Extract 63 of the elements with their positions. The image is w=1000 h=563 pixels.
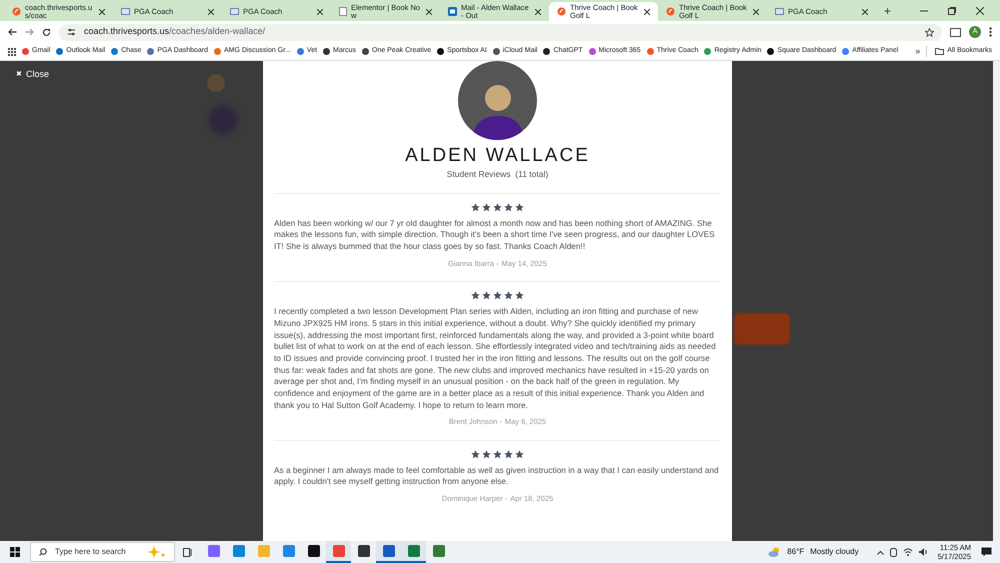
apps-grid-icon[interactable]: [8, 48, 16, 56]
review-text: Alden has been working w/ our 7 yr old daughter for almost a month now and has been nothing short of AMAZING. She makes the lessons fun, with simple direction. Though it's been a short time I've seen progress, and our daughter LOVES IT! She is always bummed that the hour class goes by so fast. Thanks Coach Alden!!: [274, 218, 716, 253]
windows-logo-icon[interactable]: [10, 547, 20, 557]
page-icon: [339, 7, 347, 16]
chevron-up-icon[interactable]: [876, 550, 884, 554]
reviews-count: Student Reviews (11 total): [446, 168, 548, 181]
star-icon: [482, 450, 491, 459]
close-icon[interactable]: [208, 8, 214, 14]
blurred-background-shape: [207, 74, 225, 92]
close-icon[interactable]: [317, 8, 323, 14]
close-icon[interactable]: [753, 8, 759, 14]
star-icon: [504, 202, 513, 212]
star-icon: [471, 291, 480, 300]
star-icon: [493, 291, 502, 300]
sparkle-icon: [146, 546, 166, 558]
search-field[interactable]: Type here to search: [55, 546, 138, 558]
close-icon[interactable]: [644, 8, 650, 14]
restore-icon[interactable]: [948, 6, 956, 14]
new-tab-button[interactable]: +: [876, 2, 900, 20]
speaker-icon[interactable]: [918, 548, 928, 556]
star-icon: [482, 291, 491, 300]
tray-device-icon[interactable]: [890, 548, 897, 556]
notification-icon[interactable]: [981, 547, 992, 557]
review-text: As a beginner I am always made to feel comfortable as well as given instruction in a way that I can easily understand and apply. I couldn't see myself getting instruction from anyone else.: [274, 464, 720, 488]
star-icon: [471, 202, 480, 212]
close-icon[interactable]: [426, 8, 432, 14]
close-icon[interactable]: [99, 8, 105, 14]
star-icon: [482, 202, 491, 212]
close-icon[interactable]: [535, 8, 541, 14]
url-text: coach.thrivesports.us/coaches/alden-wallace/: [84, 25, 266, 38]
search-box[interactable]: Type here to search: [30, 542, 175, 562]
more-bookmarks-button[interactable]: »: [915, 44, 920, 58]
cloud-sun-icon: [768, 547, 782, 557]
scrollbar[interactable]: [993, 61, 1000, 541]
star-icon: [515, 450, 524, 459]
reload-icon[interactable]: [42, 28, 51, 36]
flame-logo-icon: [557, 7, 566, 16]
folder-icon: [935, 48, 944, 55]
star-icon: [471, 450, 480, 459]
flame-logo-icon: [666, 7, 675, 16]
close-icon[interactable]: [862, 8, 868, 14]
temperature-text: 86°F: [787, 546, 804, 558]
mail-logo-icon: [448, 7, 457, 16]
star-icon: [515, 291, 524, 300]
star-icon: [493, 202, 502, 212]
coach-name: ALDEN WALLACE: [405, 146, 590, 166]
close-icon[interactable]: [976, 6, 984, 14]
task-view-icon[interactable]: [183, 548, 193, 556]
forward-arrow-icon[interactable]: [25, 28, 34, 36]
search-icon: [39, 548, 47, 556]
star-icon: [515, 202, 524, 212]
site-settings-icon[interactable]: [67, 28, 76, 36]
bookmark-star-icon[interactable]: [925, 28, 934, 36]
star-icon: [493, 450, 502, 459]
flame-logo-icon: [12, 7, 21, 16]
back-arrow-icon[interactable]: [8, 28, 17, 36]
star-icon: [504, 450, 513, 459]
wifi-icon[interactable]: [902, 548, 913, 556]
menu-icon[interactable]: [989, 27, 992, 37]
address-bar[interactable]: coach.thrivesports.us/coaches/alden-wallace/: [59, 24, 942, 40]
weather-condition: Mostly cloudy: [810, 546, 859, 558]
star-icon: [504, 291, 513, 300]
review-text: I recently completed a two lesson Development Plan series with Alden, including an iron fitting and purchase of new Mizuno JPX925 HM irons. 5 stars in this initial experience, without a doubt. Why? She quickly identified my primary issue(s), addressing the most important first, reinforced fundamentals along the way, and provided a 3-point white board bullet list of what to work on at the end of each lesson. She effortlessly integrated video and tech/training aids as needed to ID issues and provide convincing proof. I trusted her in the iron fitting and lessons. The results out on the golf course thus far: weak fades and fat shots are gone. The new clubs and improved mechanics have resulted in +15-20 yards on average per shot and, I'm finding myself in an unusual position - on the back half of the green in regulation. My confidence and enjoyment of the game are in a better place as a result of this initial experience. Thank you Alden and thank you to Hal Sutton Golf Academy. I hope to return to learn more.: [274, 306, 717, 412]
